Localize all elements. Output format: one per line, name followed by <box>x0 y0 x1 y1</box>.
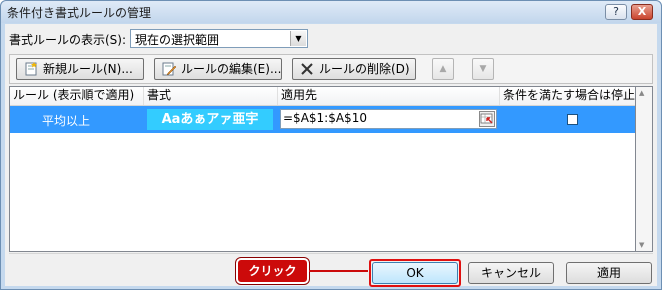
title-bar: 条件付き書式ルールの管理 ? X <box>1 1 661 23</box>
help-button[interactable]: ? <box>605 4 627 20</box>
separator <box>9 253 653 254</box>
click-callout: クリック <box>236 258 309 284</box>
rules-list-scrollbar[interactable]: ▲ ▼ <box>636 86 653 252</box>
column-header-format[interactable]: 書式 <box>144 87 278 105</box>
delete-icon <box>301 63 313 75</box>
scroll-down-icon[interactable]: ▼ <box>639 241 644 249</box>
rule-row[interactable]: 平均以上 Aaあぁアァ亜宇 =$A$1:$A$10 <box>10 106 635 133</box>
edit-rule-label: ルールの編集(E)... <box>181 62 282 76</box>
scope-dropdown[interactable]: 現在の選択範囲 ▼ <box>130 29 308 48</box>
apply-button[interactable]: 適用 <box>566 262 652 284</box>
chevron-down-icon[interactable]: ▼ <box>290 31 306 46</box>
range-select-button[interactable] <box>479 111 495 127</box>
stop-if-true-checkbox[interactable] <box>567 114 578 125</box>
dialog-body: 書式ルールの表示(S): 現在の選択範囲 ▼ 新規ルール(N)... ルールの編… <box>5 24 657 287</box>
rules-list-header: ルール (表示順で適用) 書式 適用先 条件を満たす場合は停止 <box>10 87 635 106</box>
new-rule-icon <box>25 62 37 76</box>
cancel-button[interactable]: キャンセル <box>468 262 554 284</box>
range-select-icon <box>480 113 493 124</box>
move-up-button[interactable]: ▲ <box>432 58 454 80</box>
ok-button[interactable]: OK <box>372 262 458 284</box>
new-rule-label: 新規ルール(N)... <box>43 62 133 76</box>
scope-selected-value: 現在の選択範囲 <box>135 33 220 47</box>
new-rule-button[interactable]: 新規ルール(N)... <box>16 58 144 80</box>
edit-rule-button[interactable]: ルールの編集(E)... <box>154 58 282 80</box>
arrow-up-icon: ▲ <box>439 64 447 74</box>
rules-list: ルール (表示順で適用) 書式 適用先 条件を満たす場合は停止 平均以上 Aaあ… <box>9 86 636 252</box>
callout-pointer-line <box>309 270 368 272</box>
close-button[interactable]: X <box>631 4 653 20</box>
applies-to-value: =$A$1:$A$10 <box>283 111 367 125</box>
column-header-rule[interactable]: ルール (表示順で適用) <box>10 87 144 105</box>
delete-rule-label: ルールの削除(D) <box>319 62 410 76</box>
move-down-button[interactable]: ▼ <box>472 58 494 80</box>
arrow-down-icon: ▼ <box>479 64 487 74</box>
format-preview: Aaあぁアァ亜宇 <box>147 109 273 130</box>
dialog-window: 条件付き書式ルールの管理 ? X 書式ルールの表示(S): 現在の選択範囲 ▼ … <box>0 0 662 290</box>
scope-label: 書式ルールの表示(S): <box>9 33 127 47</box>
rule-name: 平均以上 <box>42 114 91 128</box>
dialog-title: 条件付き書式ルールの管理 <box>7 6 152 20</box>
edit-rule-icon <box>162 62 177 76</box>
scroll-up-icon[interactable]: ▲ <box>639 89 644 97</box>
rule-toolbar: 新規ルール(N)... ルールの編集(E)... ルールの削除(D) ▲ ▼ <box>9 54 653 84</box>
column-header-stop-if-true[interactable]: 条件を満たす場合は停止 <box>500 87 635 105</box>
column-header-applies-to[interactable]: 適用先 <box>278 87 500 105</box>
delete-rule-button[interactable]: ルールの削除(D) <box>292 58 416 80</box>
applies-to-input[interactable]: =$A$1:$A$10 <box>280 109 497 129</box>
